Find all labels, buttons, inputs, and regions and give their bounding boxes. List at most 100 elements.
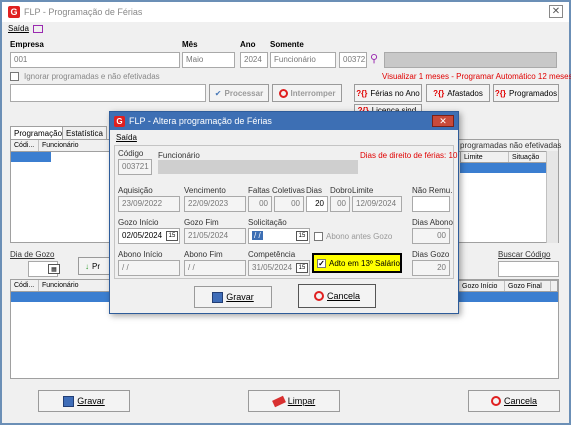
dias-label: Dias bbox=[306, 186, 323, 195]
somente-label: Somente bbox=[270, 40, 304, 49]
dialog-title: FLP - Altera programação de Férias bbox=[129, 116, 272, 126]
col-header[interactable]: Gozo Início bbox=[459, 281, 505, 291]
nao-remu-label: Não Remu. bbox=[412, 186, 453, 195]
col-header[interactable]: Limite bbox=[461, 152, 509, 162]
afastados-button[interactable]: ?{} Afastados bbox=[426, 84, 490, 102]
tab-programacao[interactable]: Programação bbox=[10, 126, 67, 140]
funcionario-name-blurred bbox=[158, 160, 358, 174]
somente-select[interactable]: Funcionário bbox=[270, 52, 336, 68]
processar-button[interactable]: ✔ Processar bbox=[209, 84, 269, 102]
cancel-icon bbox=[313, 291, 324, 301]
help-icon: ?{} bbox=[433, 88, 445, 98]
close-icon[interactable]: ✕ bbox=[549, 5, 563, 18]
menu-saida[interactable]: Saída bbox=[8, 24, 29, 33]
gravar-button[interactable]: Gravar bbox=[38, 390, 130, 412]
limpar-button[interactable]: Limpar bbox=[248, 390, 340, 412]
abono-antes-checkbox[interactable] bbox=[314, 232, 323, 241]
gozo-inicio-label: Gozo Início bbox=[118, 218, 159, 227]
save-icon bbox=[212, 291, 224, 303]
lower-grid-selected-row[interactable] bbox=[11, 292, 121, 302]
gozo-fim-label: Gozo Fim bbox=[184, 218, 219, 227]
buscar-codigo-label: Buscar Código bbox=[498, 250, 551, 259]
aquisicao-label: Aquisição bbox=[118, 186, 153, 195]
mes-label: Mês bbox=[182, 40, 198, 49]
adto-highlight[interactable]: ✓ Adto em 13º Salário bbox=[312, 253, 402, 273]
limite-label: Limite bbox=[352, 186, 374, 195]
calendar-icon[interactable]: 15 bbox=[296, 263, 308, 273]
main-titlebar: G FLP - Programação de Férias ✕ bbox=[2, 2, 569, 22]
tab-estatistica[interactable]: Estatística bbox=[62, 126, 107, 140]
nao-remu-input[interactable] bbox=[412, 196, 450, 212]
app-logo-icon: G bbox=[114, 115, 125, 127]
ignorar-checkbox[interactable] bbox=[10, 72, 19, 81]
col-header[interactable]: Funcionário bbox=[39, 280, 119, 291]
col-header[interactable]: Gozo Final bbox=[505, 281, 551, 291]
calendar-icon[interactable]: ▦ bbox=[48, 264, 60, 274]
programados-button[interactable]: ?{} Programados bbox=[493, 84, 559, 102]
empresa-label: Empresa bbox=[10, 40, 44, 49]
abono-antes-label: Abono antes Gozo bbox=[326, 232, 393, 241]
right-grid-scrollbar[interactable] bbox=[546, 151, 558, 243]
help-icon: ?{} bbox=[356, 88, 368, 98]
dobro-input[interactable]: 00 bbox=[330, 196, 350, 212]
codigo-label: Código bbox=[118, 149, 144, 158]
col-header[interactable]: Funcionário bbox=[39, 140, 119, 151]
aquisicao-input[interactable]: 23/09/2022 bbox=[118, 196, 180, 212]
right-grid-selected-row[interactable] bbox=[460, 163, 546, 173]
func-code-input[interactable]: 003721 bbox=[339, 52, 367, 68]
competencia-label: Competência bbox=[248, 250, 296, 259]
dias-abono-input[interactable]: 00 bbox=[412, 228, 450, 244]
lower-right-header: Gozo Início Gozo Final bbox=[458, 280, 558, 292]
search-icon[interactable]: ⚲ bbox=[370, 52, 378, 65]
buscar-codigo-input[interactable] bbox=[498, 261, 559, 277]
abono-inicio-input[interactable]: / / bbox=[118, 260, 180, 276]
dialog-close-icon[interactable]: ✕ bbox=[432, 115, 454, 127]
funcionario-label: Funcionário bbox=[158, 151, 200, 160]
ignorar-label: Ignorar programadas e não efetivadas bbox=[24, 72, 160, 81]
help-icon: ?{} bbox=[494, 88, 507, 98]
check-icon: ✔ bbox=[214, 88, 222, 98]
calendar-icon[interactable]: 15 bbox=[166, 231, 178, 241]
dialog-menu-saida[interactable]: Saída bbox=[116, 133, 137, 142]
filter-input[interactable] bbox=[10, 84, 206, 102]
abono-fim-input[interactable]: / / bbox=[184, 260, 246, 276]
main-title: FLP - Programação de Férias bbox=[24, 7, 143, 17]
codigo-input[interactable]: 003721 bbox=[118, 159, 152, 175]
employee-name-blurred bbox=[384, 52, 557, 68]
limite-input[interactable]: 12/09/2024 bbox=[352, 196, 402, 212]
abono-fim-label: Abono Fim bbox=[184, 250, 223, 259]
ano-label: Ano bbox=[240, 40, 256, 49]
calendar-icon[interactable]: 15 bbox=[296, 231, 308, 241]
monitor-icon[interactable] bbox=[32, 24, 43, 33]
mes-select[interactable]: Maio bbox=[182, 52, 235, 68]
coletivas-input[interactable]: 00 bbox=[274, 196, 304, 212]
coletivas-label: Coletivas bbox=[272, 186, 305, 195]
faltas-label: Faltas bbox=[248, 186, 270, 195]
save-icon bbox=[63, 395, 75, 407]
upper-grid-selected-row[interactable] bbox=[11, 152, 51, 162]
lower-right-selected-row[interactable] bbox=[458, 292, 558, 302]
faltas-input[interactable]: 00 bbox=[248, 196, 272, 212]
pr-button[interactable]: ↓ Pr bbox=[78, 257, 112, 275]
col-header[interactable]: Situação bbox=[509, 152, 551, 162]
ano-input[interactable]: 2024 bbox=[240, 52, 268, 68]
dias-input[interactable]: 20 bbox=[306, 196, 328, 212]
vencimento-input[interactable]: 22/09/2023 bbox=[184, 196, 246, 212]
dobro-label: Dobro bbox=[330, 186, 352, 195]
col-header[interactable]: Códi... bbox=[11, 140, 39, 151]
right-grid-header: Limite Situação bbox=[460, 151, 559, 163]
gozo-fim-input[interactable]: 21/05/2024 bbox=[184, 228, 246, 244]
ferias-ano-button[interactable]: ?{} Férias no Ano bbox=[354, 84, 422, 102]
adto-checkbox[interactable]: ✓ bbox=[317, 258, 326, 268]
abono-inicio-label: Abono Início bbox=[118, 250, 163, 259]
dias-gozo-label: Dias Gozo bbox=[412, 250, 450, 259]
dialog-gravar-button[interactable]: Gravar bbox=[194, 286, 272, 308]
col-header[interactable]: Códi... bbox=[11, 280, 39, 291]
cancela-button[interactable]: Cancela bbox=[468, 390, 560, 412]
stop-icon bbox=[278, 88, 288, 98]
interromper-button[interactable]: Interromper bbox=[272, 84, 342, 102]
dialog-titlebar: G FLP - Altera programação de Férias ✕ bbox=[110, 112, 458, 130]
dialog-cancela-button[interactable]: Cancela bbox=[298, 284, 376, 308]
dias-gozo-input[interactable]: 20 bbox=[412, 260, 450, 276]
empresa-select[interactable]: 001 bbox=[10, 52, 180, 68]
